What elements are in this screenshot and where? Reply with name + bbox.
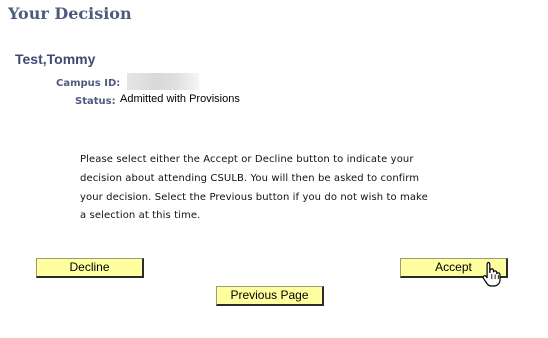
status-label: Status: bbox=[75, 96, 116, 107]
student-name: Test,Tommy bbox=[15, 51, 96, 67]
hand-pointer-icon bbox=[482, 261, 501, 287]
page-title: Your Decision bbox=[8, 4, 132, 23]
instructions-line: Please select either the Accept or Decli… bbox=[80, 154, 414, 165]
instructions-text: Please select either the Accept or Decli… bbox=[80, 151, 440, 226]
instructions-line: a selection at this time. bbox=[80, 210, 201, 222]
campus-id-label: Campus ID: bbox=[56, 78, 121, 89]
decline-button[interactable]: Decline bbox=[36, 258, 144, 278]
instructions-line: decision about attending CSULB. You will… bbox=[80, 172, 420, 184]
status-value: Admitted with Provisions bbox=[120, 93, 240, 105]
campus-id-value-redacted bbox=[127, 73, 199, 90]
previous-page-button[interactable]: Previous Page bbox=[216, 286, 324, 306]
instructions-line: your decision. Select the Previous butto… bbox=[80, 191, 428, 203]
